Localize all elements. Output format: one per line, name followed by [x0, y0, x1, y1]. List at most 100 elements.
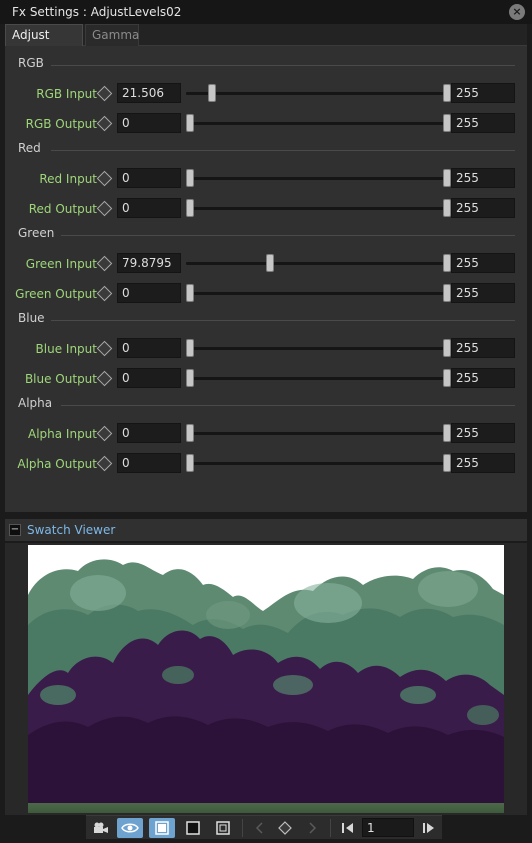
max-value-field[interactable] — [451, 198, 515, 218]
min-value-field[interactable] — [117, 338, 181, 358]
param-label: RGB Input — [36, 87, 97, 101]
param-row-rgb-input: RGB Input — [5, 83, 527, 105]
min-slider-handle[interactable] — [186, 454, 194, 472]
section-title-red: Red — [18, 141, 41, 155]
keyframe-icon[interactable] — [96, 200, 113, 217]
range-slider-track[interactable] — [186, 292, 448, 295]
min-value-field[interactable] — [117, 283, 181, 303]
param-row-red-input: Red Input — [5, 168, 527, 190]
param-row-red-output: Red Output — [5, 198, 527, 220]
camera-icon[interactable] — [88, 818, 114, 838]
keyframe-icon[interactable] — [96, 285, 113, 302]
range-slider-track[interactable] — [186, 177, 448, 180]
section-divider — [61, 405, 515, 406]
max-value-field[interactable] — [451, 168, 515, 188]
collapse-toggle-icon[interactable]: − — [9, 524, 21, 536]
max-value-field[interactable] — [451, 113, 515, 133]
keyframe-icon[interactable] — [96, 255, 113, 272]
range-slider-track[interactable] — [186, 347, 448, 350]
max-value-field[interactable] — [451, 453, 515, 473]
min-value-field[interactable] — [117, 453, 181, 473]
window-title: Fx Settings : AdjustLevels02 — [12, 5, 182, 19]
close-icon[interactable]: × — [509, 4, 525, 20]
toolbar-separator — [242, 819, 243, 837]
next-frame-icon[interactable] — [416, 818, 442, 838]
max-value-field[interactable] — [451, 338, 515, 358]
section-title-green: Green — [18, 226, 55, 240]
section-divider — [61, 235, 515, 236]
max-slider-handle[interactable] — [443, 284, 451, 302]
white-bg-icon[interactable] — [210, 818, 236, 838]
max-value-field[interactable] — [451, 283, 515, 303]
checkerboard-bg-icon[interactable] — [149, 818, 175, 838]
section-title-blue: Blue — [18, 311, 45, 325]
keyframe-icon[interactable] — [96, 455, 113, 472]
keyframe-icon[interactable] — [96, 425, 113, 442]
swatch-viewer-label[interactable]: Swatch Viewer — [27, 523, 115, 537]
min-value-field[interactable] — [117, 368, 181, 388]
max-slider-handle[interactable] — [443, 114, 451, 132]
min-slider-handle[interactable] — [186, 284, 194, 302]
keyframe-icon[interactable] — [96, 170, 113, 187]
min-value-field[interactable] — [117, 113, 181, 133]
prev-frame-icon[interactable] — [335, 818, 361, 838]
range-slider-track[interactable] — [186, 462, 448, 465]
tab-adjust-levels[interactable]: Adjust Levels — [5, 24, 83, 63]
max-slider-handle[interactable] — [443, 369, 451, 387]
min-value-field[interactable] — [117, 198, 181, 218]
range-slider-track[interactable] — [186, 122, 448, 125]
max-slider-handle[interactable] — [443, 254, 451, 272]
title-bar: Fx Settings : AdjustLevels02 × — [0, 0, 532, 24]
viewer-toolbar — [86, 815, 442, 839]
swatch-viewer-header: − Swatch Viewer — [5, 519, 527, 541]
max-slider-handle[interactable] — [443, 339, 451, 357]
range-slider-track[interactable] — [186, 92, 448, 95]
next-key-icon[interactable] — [300, 818, 326, 838]
min-slider-handle[interactable] — [186, 169, 194, 187]
max-slider-handle[interactable] — [443, 169, 451, 187]
min-slider-handle[interactable] — [186, 339, 194, 357]
max-value-field[interactable] — [451, 253, 515, 273]
max-slider-handle[interactable] — [443, 84, 451, 102]
param-label: RGB Output — [25, 117, 97, 131]
parameter-panel: RGB RGB Input RGB Output Red Red Input R… — [5, 46, 527, 512]
keyframe-icon[interactable] — [96, 340, 113, 357]
range-slider-track[interactable] — [186, 432, 448, 435]
keyframe-icon[interactable] — [96, 370, 113, 387]
frame-number-field[interactable] — [362, 818, 414, 837]
section-divider — [51, 150, 515, 151]
tab-gamma[interactable]: Gamma — [85, 24, 139, 46]
eye-icon[interactable] — [117, 818, 143, 838]
min-slider-handle[interactable] — [186, 424, 194, 442]
max-slider-handle[interactable] — [443, 454, 451, 472]
param-row-rgb-output: RGB Output — [5, 113, 527, 135]
min-slider-handle[interactable] — [207, 84, 216, 102]
section-title-alpha: Alpha — [18, 396, 53, 410]
min-value-field[interactable] — [117, 168, 181, 188]
range-slider-track[interactable] — [186, 207, 448, 210]
range-slider-track[interactable] — [186, 262, 448, 265]
min-slider-handle[interactable] — [266, 254, 275, 272]
preview-image — [28, 545, 504, 813]
min-value-field[interactable] — [117, 423, 181, 443]
param-label: Alpha Output — [17, 457, 97, 471]
param-label: Alpha Input — [27, 427, 97, 441]
max-value-field[interactable] — [451, 368, 515, 388]
min-value-field[interactable] — [117, 83, 181, 103]
range-slider-track[interactable] — [186, 377, 448, 380]
max-slider-handle[interactable] — [443, 199, 451, 217]
min-value-field[interactable] — [117, 253, 181, 273]
keyframe-icon[interactable] — [96, 85, 113, 102]
black-bg-icon[interactable] — [180, 818, 206, 838]
min-slider-handle[interactable] — [186, 114, 194, 132]
key-icon[interactable] — [272, 818, 298, 838]
max-value-field[interactable] — [451, 83, 515, 103]
max-slider-handle[interactable] — [443, 424, 451, 442]
min-slider-handle[interactable] — [186, 369, 194, 387]
prev-key-icon[interactable] — [246, 818, 272, 838]
param-row-green-output: Green Output — [5, 283, 527, 305]
section-divider — [51, 320, 515, 321]
min-slider-handle[interactable] — [186, 199, 194, 217]
max-value-field[interactable] — [451, 423, 515, 443]
keyframe-icon[interactable] — [96, 115, 113, 132]
